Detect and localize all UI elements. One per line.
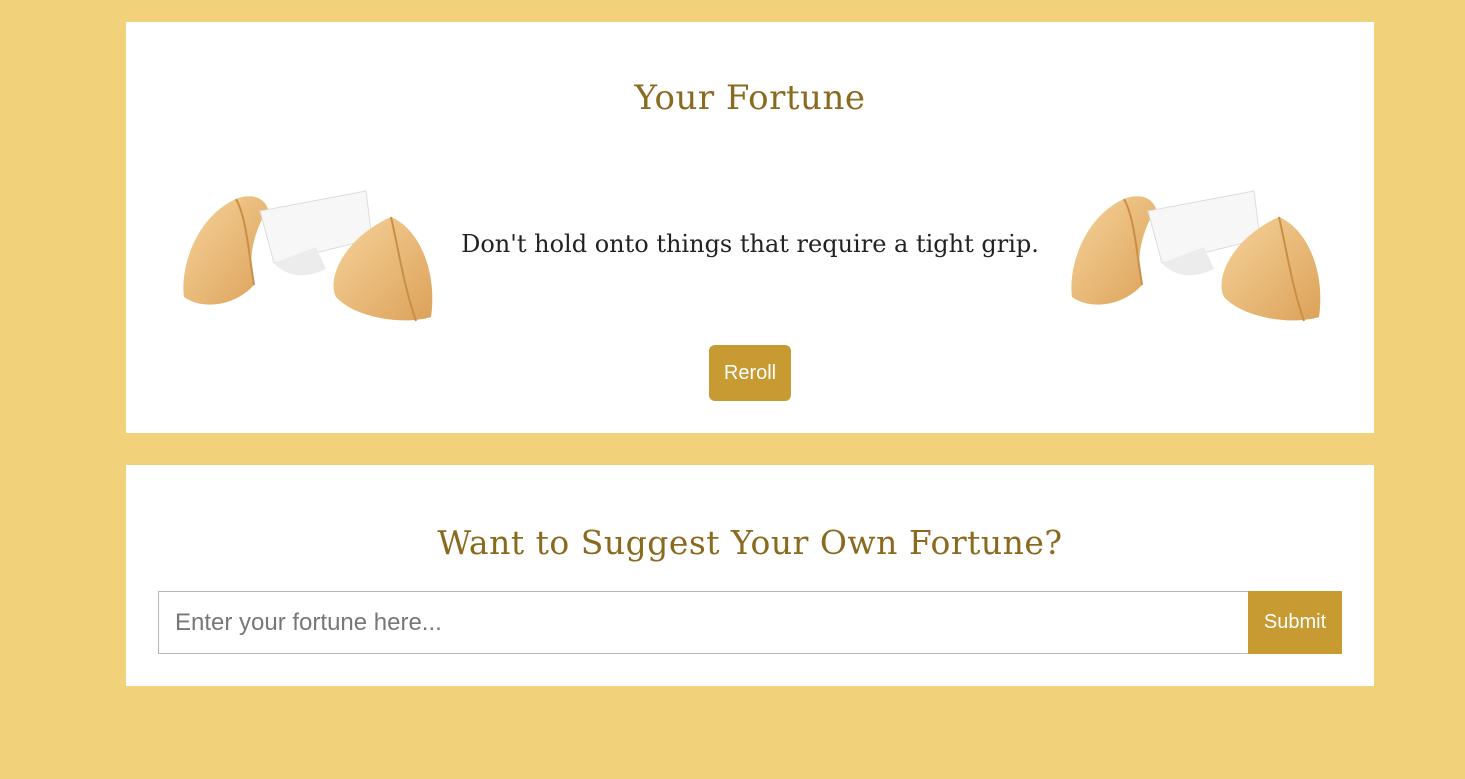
fortune-title: Your Fortune (634, 78, 866, 118)
submit-button[interactable]: Submit (1248, 591, 1342, 654)
fortune-input[interactable] (158, 591, 1248, 654)
suggest-card: Want to Suggest Your Own Fortune? Submit (126, 465, 1374, 686)
suggest-title: Want to Suggest Your Own Fortune? (437, 523, 1063, 562)
suggest-form: Submit (158, 591, 1342, 654)
reroll-button[interactable]: Reroll (709, 345, 791, 401)
fortune-card: Your Fortune Don't hold onto things that… (126, 22, 1374, 433)
fortune-cookie-right-icon (1071, 190, 1321, 322)
